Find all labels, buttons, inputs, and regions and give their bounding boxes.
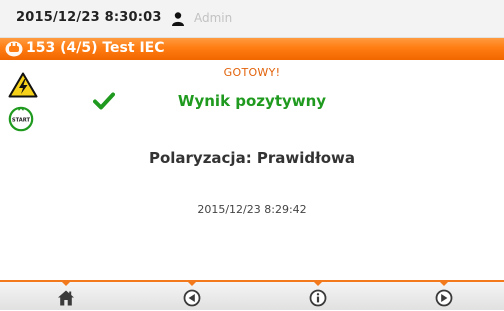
- home-button[interactable]: [36, 281, 96, 310]
- user-name[interactable]: Admin: [194, 11, 232, 25]
- plug-icon: [4, 40, 24, 58]
- button-notch: [61, 281, 71, 286]
- button-notch: [187, 281, 197, 286]
- start-label: START: [12, 118, 31, 124]
- button-notch: [313, 281, 323, 286]
- back-icon: [183, 289, 201, 307]
- test-result: Wynik pozytywny: [177, 92, 327, 110]
- info-button[interactable]: [288, 281, 348, 310]
- next-icon: [435, 289, 453, 307]
- measurement-timestamp: 2015/12/23 8:29:42: [197, 203, 307, 216]
- current-datetime: 2015/12/23 8:30:03: [16, 10, 162, 25]
- status-bar: 2015/12/23 8:30:03 Admin: [0, 0, 504, 38]
- polarization-result: Polaryzacja: Prawidłowa: [148, 149, 356, 167]
- next-button[interactable]: [414, 281, 474, 310]
- user-icon: [170, 11, 186, 27]
- bottom-toolbar: [0, 280, 504, 310]
- button-notch: [439, 281, 449, 286]
- back-button[interactable]: [162, 281, 222, 310]
- ready-status: GOTOWY!: [223, 66, 281, 79]
- info-icon: [309, 289, 327, 307]
- home-icon: [57, 289, 75, 307]
- title-bar: 153 (4/5) Test IEC: [0, 38, 504, 60]
- test-title: 153 (4/5) Test IEC: [26, 40, 165, 56]
